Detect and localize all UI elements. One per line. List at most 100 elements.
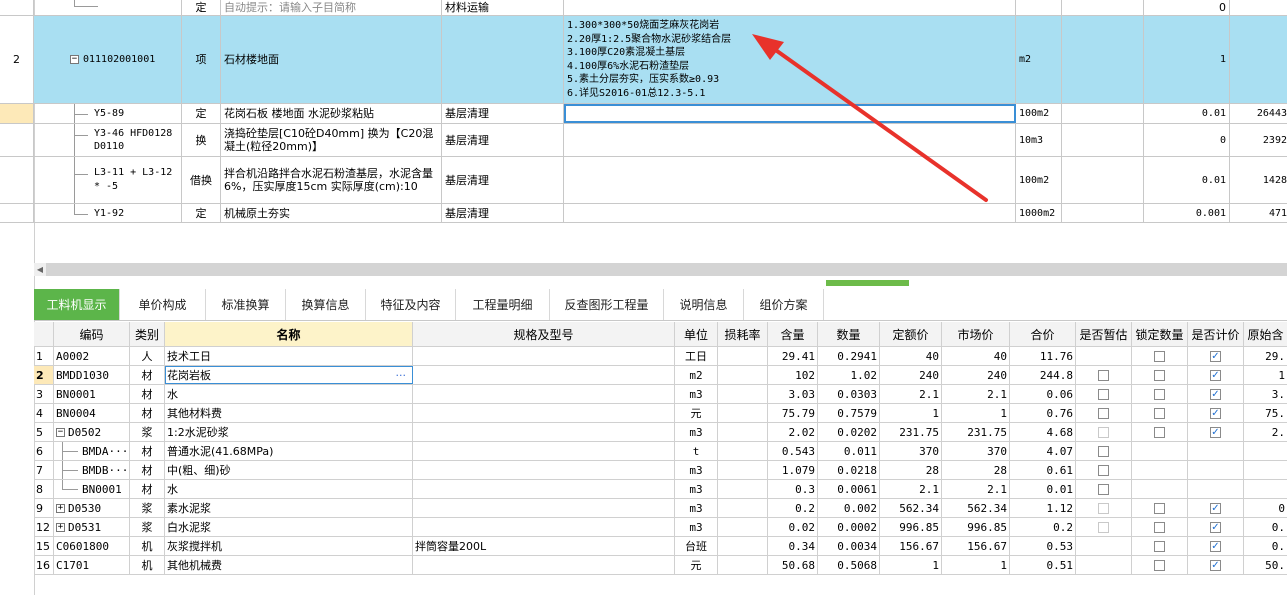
loss-rate-cell[interactable] — [718, 537, 768, 555]
priced-checkbox[interactable] — [1188, 442, 1244, 460]
checkbox-checked-icon[interactable]: ✓ — [1210, 388, 1221, 400]
header-estimated[interactable]: 是否暂估 — [1076, 322, 1132, 346]
code-cell[interactable]: BMDB··· — [54, 461, 130, 479]
estimated-checkbox[interactable] — [1076, 404, 1132, 422]
lock-qty-checkbox[interactable] — [1132, 423, 1188, 441]
collapse-icon[interactable]: − — [70, 55, 79, 64]
code-cell[interactable]: BN0004 — [54, 404, 130, 422]
total-cell[interactable]: 0.76 — [1010, 404, 1076, 422]
code-cell[interactable]: L3-11 + L3-12 * -5 — [34, 157, 182, 203]
original-content-cell[interactable]: 1 — [1244, 366, 1287, 384]
name-cell[interactable]: 中(粗、细)砂 — [165, 461, 413, 479]
checkbox-checked-icon[interactable]: ✓ — [1210, 426, 1221, 438]
spec-cell[interactable] — [413, 556, 675, 574]
qty-cell[interactable]: 0 — [1144, 0, 1230, 15]
quota-price-cell[interactable]: 240 — [880, 366, 942, 384]
name-cell[interactable]: 灰浆搅拌机 — [165, 537, 413, 555]
name-cell[interactable]: 水 — [165, 385, 413, 403]
name-cell[interactable]: 其他材料费 — [165, 404, 413, 422]
quota-price-cell[interactable]: 2.1 — [880, 385, 942, 403]
lock-qty-checkbox[interactable] — [1132, 461, 1188, 479]
unit-cell[interactable]: m2 — [675, 366, 718, 384]
market-price-cell[interactable]: 231.75 — [942, 423, 1010, 441]
name-cell[interactable]: 机械原土夯实 — [221, 204, 442, 222]
original-content-cell[interactable]: 29. — [1244, 347, 1287, 365]
table-row[interactable]: 8 BN0001 材水 m3 0.3 0.0061 2.1 2.1 0.01 — [34, 480, 1287, 499]
table-row[interactable]: 3 BN0001 材水 m3 3.03 0.0303 2.1 2.1 0.06 ✓ 3. — [34, 385, 1287, 404]
loss-rate-cell[interactable] — [718, 442, 768, 460]
type-cell[interactable]: 借换 — [182, 157, 221, 203]
feature-cell[interactable]: 基层清理 — [442, 104, 564, 123]
spec-cell[interactable]: 拌筒容量200L — [413, 537, 675, 555]
checkbox-checked-icon[interactable]: ✓ — [1210, 540, 1221, 552]
unit-cell[interactable]: m2 — [1016, 16, 1062, 103]
checkbox-icon[interactable] — [1154, 369, 1165, 381]
checkbox-icon[interactable] — [1154, 540, 1165, 552]
priced-checkbox[interactable]: ✓ — [1188, 347, 1244, 365]
checkbox-icon[interactable] — [1098, 407, 1109, 419]
header-content[interactable]: 含量 — [768, 322, 818, 346]
spec-cell[interactable] — [413, 366, 675, 384]
checkbox-checked-icon[interactable]: ✓ — [1210, 502, 1221, 514]
tab-reverse-query[interactable]: 反查图形工程量 — [550, 289, 664, 320]
category-cell[interactable]: 机 — [130, 556, 165, 574]
loss-rate-cell[interactable] — [718, 366, 768, 384]
unit-cell[interactable]: 台班 — [675, 537, 718, 555]
header-category[interactable]: 类别 — [130, 322, 165, 346]
content-cell[interactable]: 0.34 — [768, 537, 818, 555]
market-price-cell[interactable]: 562.34 — [942, 499, 1010, 517]
table-row[interactable]: 2 BMDD1030 材花岗岩板 ··· m2 102 1.02 240 240 244.8 ✓ 1 — [34, 366, 1287, 385]
market-price-cell[interactable]: 996.85 — [942, 518, 1010, 536]
unit-cell[interactable] — [1016, 0, 1062, 15]
market-price-cell[interactable]: 156.67 — [942, 537, 1010, 555]
checkbox-icon[interactable] — [1098, 388, 1109, 400]
price-cell[interactable]: 1428 — [1230, 157, 1287, 203]
header-loss-rate[interactable]: 损耗率 — [718, 322, 768, 346]
code-cell[interactable]: C0601800 — [54, 537, 130, 555]
lock-qty-checkbox[interactable] — [1132, 537, 1188, 555]
code-cell[interactable]: BN0001 — [54, 480, 130, 498]
lock-qty-checkbox[interactable] — [1132, 499, 1188, 517]
quantity-cell[interactable]: 0.0061 — [818, 480, 880, 498]
checkbox-icon[interactable] — [1154, 426, 1165, 438]
type-cell[interactable]: 定 — [182, 204, 221, 222]
name-cell[interactable]: 浇捣砼垫层[C10砼D40mm] 换为【C20混凝土(粒径20mm)】 — [221, 124, 442, 156]
unit-cell[interactable]: m3 — [675, 385, 718, 403]
table-row-selected[interactable]: 2 − 011102001001 项 石材楼地面 1.300*300*50烧面芝… — [0, 16, 1287, 104]
market-price-cell[interactable]: 1 — [942, 556, 1010, 574]
code-cell[interactable]: + D0530 — [54, 499, 130, 517]
category-cell[interactable]: 人 — [130, 347, 165, 365]
checkbox-icon[interactable] — [1098, 483, 1109, 495]
category-cell[interactable]: 浆 — [130, 499, 165, 517]
loss-rate-cell[interactable] — [718, 404, 768, 422]
quota-price-cell[interactable]: 370 — [880, 442, 942, 460]
table-row[interactable]: 1 A0002 人技术工日 工日 29.41 0.2941 40 40 11.76 ✓ 29. — [34, 347, 1287, 366]
content-cell[interactable]: 3.03 — [768, 385, 818, 403]
checkbox-checked-icon[interactable]: ✓ — [1210, 559, 1221, 571]
unit-cell[interactable]: 1000m2 — [1016, 204, 1062, 222]
type-cell[interactable]: 项 — [182, 16, 221, 103]
qty-cell[interactable]: 0.001 — [1144, 204, 1230, 222]
desc-cell[interactable] — [564, 204, 1016, 222]
priced-checkbox[interactable] — [1188, 461, 1244, 479]
price-cell[interactable] — [1230, 16, 1287, 103]
header-unit[interactable]: 单位 — [675, 322, 718, 346]
estimated-checkbox[interactable] — [1076, 480, 1132, 498]
content-cell[interactable]: 1.079 — [768, 461, 818, 479]
code-cell[interactable]: Y3-46 HFD0128 D0110 — [34, 124, 182, 156]
quantity-cell[interactable]: 0.0218 — [818, 461, 880, 479]
quota-price-cell[interactable]: 40 — [880, 347, 942, 365]
collapse-icon[interactable]: − — [56, 427, 65, 437]
table-row[interactable]: Y1-92 定 机械原土夯实 基层清理 1000m2 0.001 471 — [0, 204, 1287, 223]
spec-cell[interactable] — [413, 442, 675, 460]
name-cell[interactable]: 技术工日 — [165, 347, 413, 365]
category-cell[interactable]: 材 — [130, 404, 165, 422]
category-cell[interactable]: 机 — [130, 537, 165, 555]
spec-cell[interactable] — [413, 385, 675, 403]
category-cell[interactable]: 材 — [130, 461, 165, 479]
checkbox-checked-icon[interactable]: ✓ — [1210, 369, 1221, 381]
checkbox-icon[interactable] — [1154, 502, 1165, 514]
tab-unit-price[interactable]: 单价构成 — [120, 289, 206, 320]
market-price-cell[interactable]: 2.1 — [942, 385, 1010, 403]
feature-cell[interactable] — [442, 16, 564, 103]
